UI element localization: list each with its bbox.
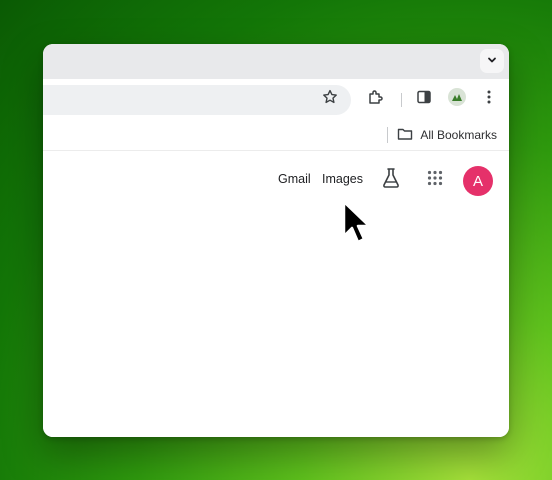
star-icon bbox=[322, 89, 338, 110]
mouse-pointer-icon bbox=[342, 200, 372, 246]
google-apps-button[interactable] bbox=[423, 168, 447, 192]
bookmarks-bar: All Bookmarks bbox=[43, 119, 509, 151]
bookmarks-divider bbox=[387, 127, 388, 143]
more-menu-button[interactable] bbox=[478, 88, 500, 110]
folder-icon bbox=[397, 127, 413, 144]
address-bar[interactable] bbox=[43, 85, 351, 115]
labs-button[interactable] bbox=[379, 167, 403, 194]
all-bookmarks-button[interactable]: All Bookmarks bbox=[397, 125, 497, 145]
chevron-down-icon bbox=[487, 52, 497, 70]
extensions-icon bbox=[367, 88, 385, 111]
toolbar-divider bbox=[401, 93, 402, 107]
extensions-button[interactable] bbox=[365, 88, 387, 110]
toolbar bbox=[43, 79, 509, 119]
all-bookmarks-label: All Bookmarks bbox=[420, 128, 497, 142]
flask-icon bbox=[381, 167, 401, 194]
apps-grid-icon bbox=[427, 170, 443, 191]
browser-window: All Bookmarks Gmail Images A bbox=[43, 44, 509, 437]
gmail-link[interactable]: Gmail bbox=[278, 172, 311, 186]
profile-button[interactable] bbox=[446, 87, 468, 112]
profile-icon bbox=[447, 87, 467, 112]
tab-search-button[interactable] bbox=[480, 49, 504, 73]
side-panel-icon bbox=[416, 89, 432, 110]
side-panel-button[interactable] bbox=[413, 88, 435, 110]
account-avatar[interactable]: A bbox=[463, 166, 493, 196]
more-vert-icon bbox=[486, 89, 492, 110]
page-content: Gmail Images A bbox=[43, 152, 509, 437]
images-link[interactable]: Images bbox=[322, 172, 363, 186]
tab-strip bbox=[43, 44, 509, 79]
bookmark-star-button[interactable] bbox=[319, 88, 341, 110]
